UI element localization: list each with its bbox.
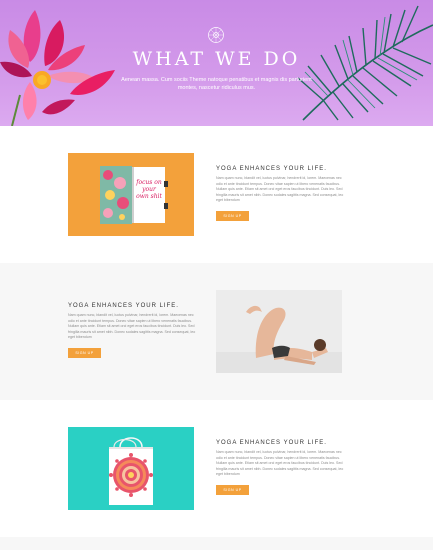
feature-text-2: YOGA ENHANCES YOUR LIFE. Nam quam nunc, … (68, 303, 196, 359)
sign-up-button[interactable]: SIGN UP (216, 484, 249, 495)
hero-subtitle: Aenean massa. Cum sociis Theme natoque p… (121, 77, 312, 91)
feature-section-1: focus on your own shit YOGA ENHANCES YOU… (0, 126, 433, 263)
feature-text-3: YOGA ENHANCES YOUR LIFE. Nam quam nunc, … (216, 440, 344, 496)
yoga-pose-illustration (216, 290, 342, 373)
notebook-image: focus on your own shit (68, 153, 194, 236)
notebook-illustration (68, 153, 194, 236)
feature-heading: YOGA ENHANCES YOUR LIFE. (216, 166, 327, 172)
lotus-emblem-icon (208, 27, 224, 43)
feature-description: Nam quam nunc, blandit vel, luctus pulvi… (216, 176, 344, 203)
feature-description: Nam quam nunc, blandit vel, luctus pulvi… (68, 313, 196, 340)
page-title: WHAT WE DO (132, 48, 301, 70)
notebook-cover-text: focus on your own shit (136, 179, 162, 200)
sign-up-button[interactable]: SIGN UP (68, 347, 101, 358)
feature-section-3: YOGA ENHANCES YOUR LIFE. Nam quam nunc, … (0, 400, 433, 537)
sign-up-button[interactable]: SIGN UP (216, 210, 249, 221)
feature-heading: YOGA ENHANCES YOUR LIFE. (68, 303, 179, 309)
feature-description: Nam quam nunc, blandit vel, luctus pulvi… (216, 450, 344, 477)
feature-heading: YOGA ENHANCES YOUR LIFE. (216, 440, 327, 446)
feature-section-2: YOGA ENHANCES YOUR LIFE. Nam quam nunc, … (0, 263, 433, 400)
mandala-bag-illustration (68, 427, 194, 510)
yoga-pose-image (216, 290, 342, 373)
bag-image (68, 427, 194, 510)
feature-text-1: YOGA ENHANCES YOUR LIFE. Nam quam nunc, … (216, 166, 344, 222)
hero-banner: WHAT WE DO Aenean massa. Cum sociis Them… (0, 0, 433, 126)
